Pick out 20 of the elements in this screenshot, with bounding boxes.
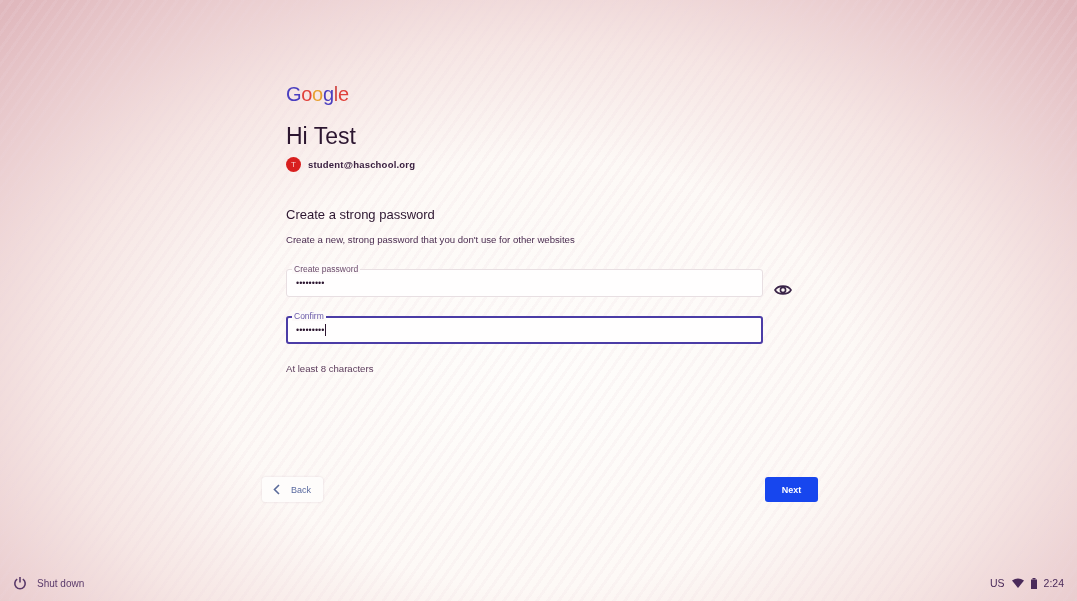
clock-time[interactable]: 2:24 <box>1043 577 1064 589</box>
wifi-icon[interactable] <box>1011 578 1024 588</box>
field-label: Confirm <box>292 311 326 321</box>
logo: Google <box>286 82 349 106</box>
show-password-icon[interactable] <box>774 284 792 296</box>
account-email: student@haschool.org <box>308 159 416 170</box>
avatar-icon: T <box>286 157 301 172</box>
power-icon <box>13 576 27 590</box>
greeting-title: Hi Test <box>286 122 356 150</box>
text-cursor-icon <box>325 324 327 336</box>
field-label: Create password <box>292 264 361 274</box>
shut-down-button[interactable]: Shut down <box>13 576 85 590</box>
battery-icon[interactable] <box>1030 577 1037 589</box>
keyboard-layout[interactable]: US <box>989 577 1005 589</box>
back-button[interactable]: Back <box>262 477 323 502</box>
next-button[interactable]: Next <box>765 477 818 502</box>
section-heading: Create a strong password <box>286 206 435 223</box>
description-text: Create a new, strong password that you don't use for other websites <box>286 233 575 246</box>
hint-text: At least 8 characters <box>286 362 374 376</box>
chevron-left-icon <box>273 484 280 495</box>
